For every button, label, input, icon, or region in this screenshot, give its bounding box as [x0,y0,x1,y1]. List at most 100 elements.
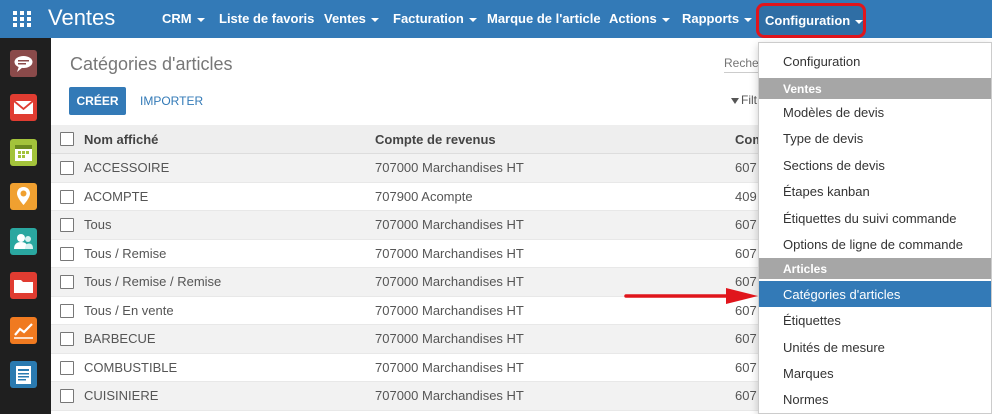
menu-label: CRM [162,11,192,26]
cell-revenue-account: 707000 Marchandises HT [375,359,524,375]
cell-revenue-account: 707000 Marchandises HT [375,331,524,346]
menu-configuration[interactable]: Configuration [756,3,866,38]
cell-expense-account: 607 [735,388,757,403]
cell-revenue-account: 707000 Marchandises HT [375,245,524,261]
cell-name: ACCESSOIRE [84,160,170,175]
cell-name: Tous / Remise / Remise [84,274,222,289]
menu-label: Ventes [324,11,366,26]
filter-icon [731,97,739,104]
column-header-revenue[interactable]: Compte de revenus [375,132,496,147]
select-all-checkbox[interactable] [60,132,74,146]
cell-name: BARBECUE [84,331,156,346]
table-row[interactable]: CUISINIERE 707000 Marchandises HT 607 [51,382,771,411]
apps-grid-icon[interactable] [13,11,31,27]
menu-crm[interactable]: CRM [162,11,205,26]
menu-facturation[interactable]: Facturation [393,11,477,26]
menu-actions[interactable]: Actions [609,11,670,26]
dropdown-item[interactable]: Modèles de devis [759,99,991,125]
cell-revenue-account: 707900 Acompte [375,188,473,204]
cell-revenue-account: 707000 Marchandises HT [375,217,524,232]
row-checkbox[interactable] [60,161,74,175]
menu-ventes[interactable]: Ventes [324,11,379,26]
dropdown-item[interactable]: Type de devis [759,125,991,151]
table-row[interactable]: Tous 707000 Marchandises HT 607 [51,211,771,240]
filter-label: Filt [741,93,757,107]
red-arrow-annotation [624,288,758,304]
cell-name: Tous [84,217,112,232]
chat-icon[interactable] [10,50,37,77]
column-header-name[interactable]: Nom affiché [84,132,158,147]
cell-name: Tous / En vente [84,302,174,318]
dropdown-section-header: Ventes [759,78,991,99]
caret-down-icon [196,17,205,22]
dropdown-item[interactable]: Marques [759,360,991,386]
menu-liste-de-favoris[interactable]: Liste de favoris [219,11,314,26]
dropdown-item[interactable]: Étapes kanban [759,178,991,204]
contacts-icon[interactable] [10,228,37,255]
cell-expense-account: 607 [735,331,757,346]
cell-name: COMBUSTIBLE [84,359,178,375]
cell-expense-account: 607 [735,359,757,375]
table-header: Nom affiché Compte de revenus Com [51,125,771,154]
configuration-dropdown: Configuration Ventes Modèles de devis Type … [758,42,992,414]
table-row[interactable]: BARBECUE 707000 Marchandises HT 607 [51,325,771,354]
page-title: Catégories d'articles [70,54,233,74]
caret-down-icon [661,17,670,22]
dropdown-item[interactable]: Options de ligne de commande [759,231,991,257]
cell-revenue-account: 707000 Marchandises HT [375,274,524,289]
app-title[interactable]: Ventes [48,5,115,31]
cell-name: CUISINIERE [84,388,159,403]
map-pin-icon[interactable] [10,183,37,210]
menu-label: Actions [609,11,657,26]
caret-down-icon [370,17,379,22]
cell-expense-account: 607 [735,245,757,261]
caret-down-icon [468,17,477,22]
dropdown-item[interactable]: Étiquettes du suivi commande [759,205,991,231]
menu-label: Configuration [765,13,851,28]
import-button[interactable]: IMPORTER [140,94,203,108]
menu-marque-article[interactable]: Marque de l'article [487,11,601,26]
cell-expense-account: 607 [735,160,757,175]
row-checkbox[interactable] [60,389,74,403]
menu-label: Liste de favoris [219,11,315,26]
dropdown-section-header: Articles [759,258,991,279]
cell-expense-account: 607 [735,217,757,232]
mail-icon[interactable] [10,94,37,121]
cell-revenue-account: 707000 Marchandises HT [375,160,524,175]
document-icon[interactable] [10,361,37,388]
table-row[interactable]: Tous / Remise 707000 Marchandises HT 607 [51,240,771,268]
chart-icon[interactable] [10,317,37,344]
dropdown-item[interactable]: Normes [759,386,991,412]
row-checkbox[interactable] [60,189,74,204]
cell-name: ACOMPTE [84,188,149,204]
cell-revenue-account: 707000 Marchandises HT [375,388,524,403]
dropdown-item[interactable]: Unités de mesure [759,334,991,360]
menu-label: Marque de l'article [487,11,601,26]
dropdown-item[interactable]: Configuration [759,48,991,74]
menu-rapports[interactable]: Rapports [682,11,753,26]
row-checkbox[interactable] [60,303,74,318]
app-sidebar [0,38,51,414]
cell-revenue-account: 707000 Marchandises HT [375,302,524,318]
row-checkbox[interactable] [60,218,74,232]
dropdown-item[interactable]: Catégories d'articles [759,281,991,307]
create-button[interactable]: CRÉER [69,87,126,115]
row-checkbox[interactable] [60,246,74,261]
row-checkbox[interactable] [60,360,74,375]
table-row[interactable]: ACOMPTE 707900 Acompte 409 [51,183,771,211]
table-row[interactable]: ACCESSOIRE 707000 Marchandises HT 607 [51,154,771,183]
caret-down-icon [744,17,753,22]
row-checkbox[interactable] [60,332,74,346]
cell-name: Tous / Remise [84,245,167,261]
folder-icon[interactable] [10,272,37,299]
filters-toggle[interactable]: Filt [731,93,757,107]
dropdown-item[interactable]: Étiquettes [759,307,991,333]
row-checkbox[interactable] [60,275,74,289]
table-row[interactable]: COMBUSTIBLE 707000 Marchandises HT 607 [51,354,771,382]
menu-label: Rapports [682,11,740,26]
calendar-icon[interactable] [10,139,37,166]
dropdown-item[interactable]: Sections de devis [759,152,991,178]
menu-label: Facturation [393,11,464,26]
cell-expense-account: 409 [735,188,757,204]
caret-down-icon [855,19,864,24]
